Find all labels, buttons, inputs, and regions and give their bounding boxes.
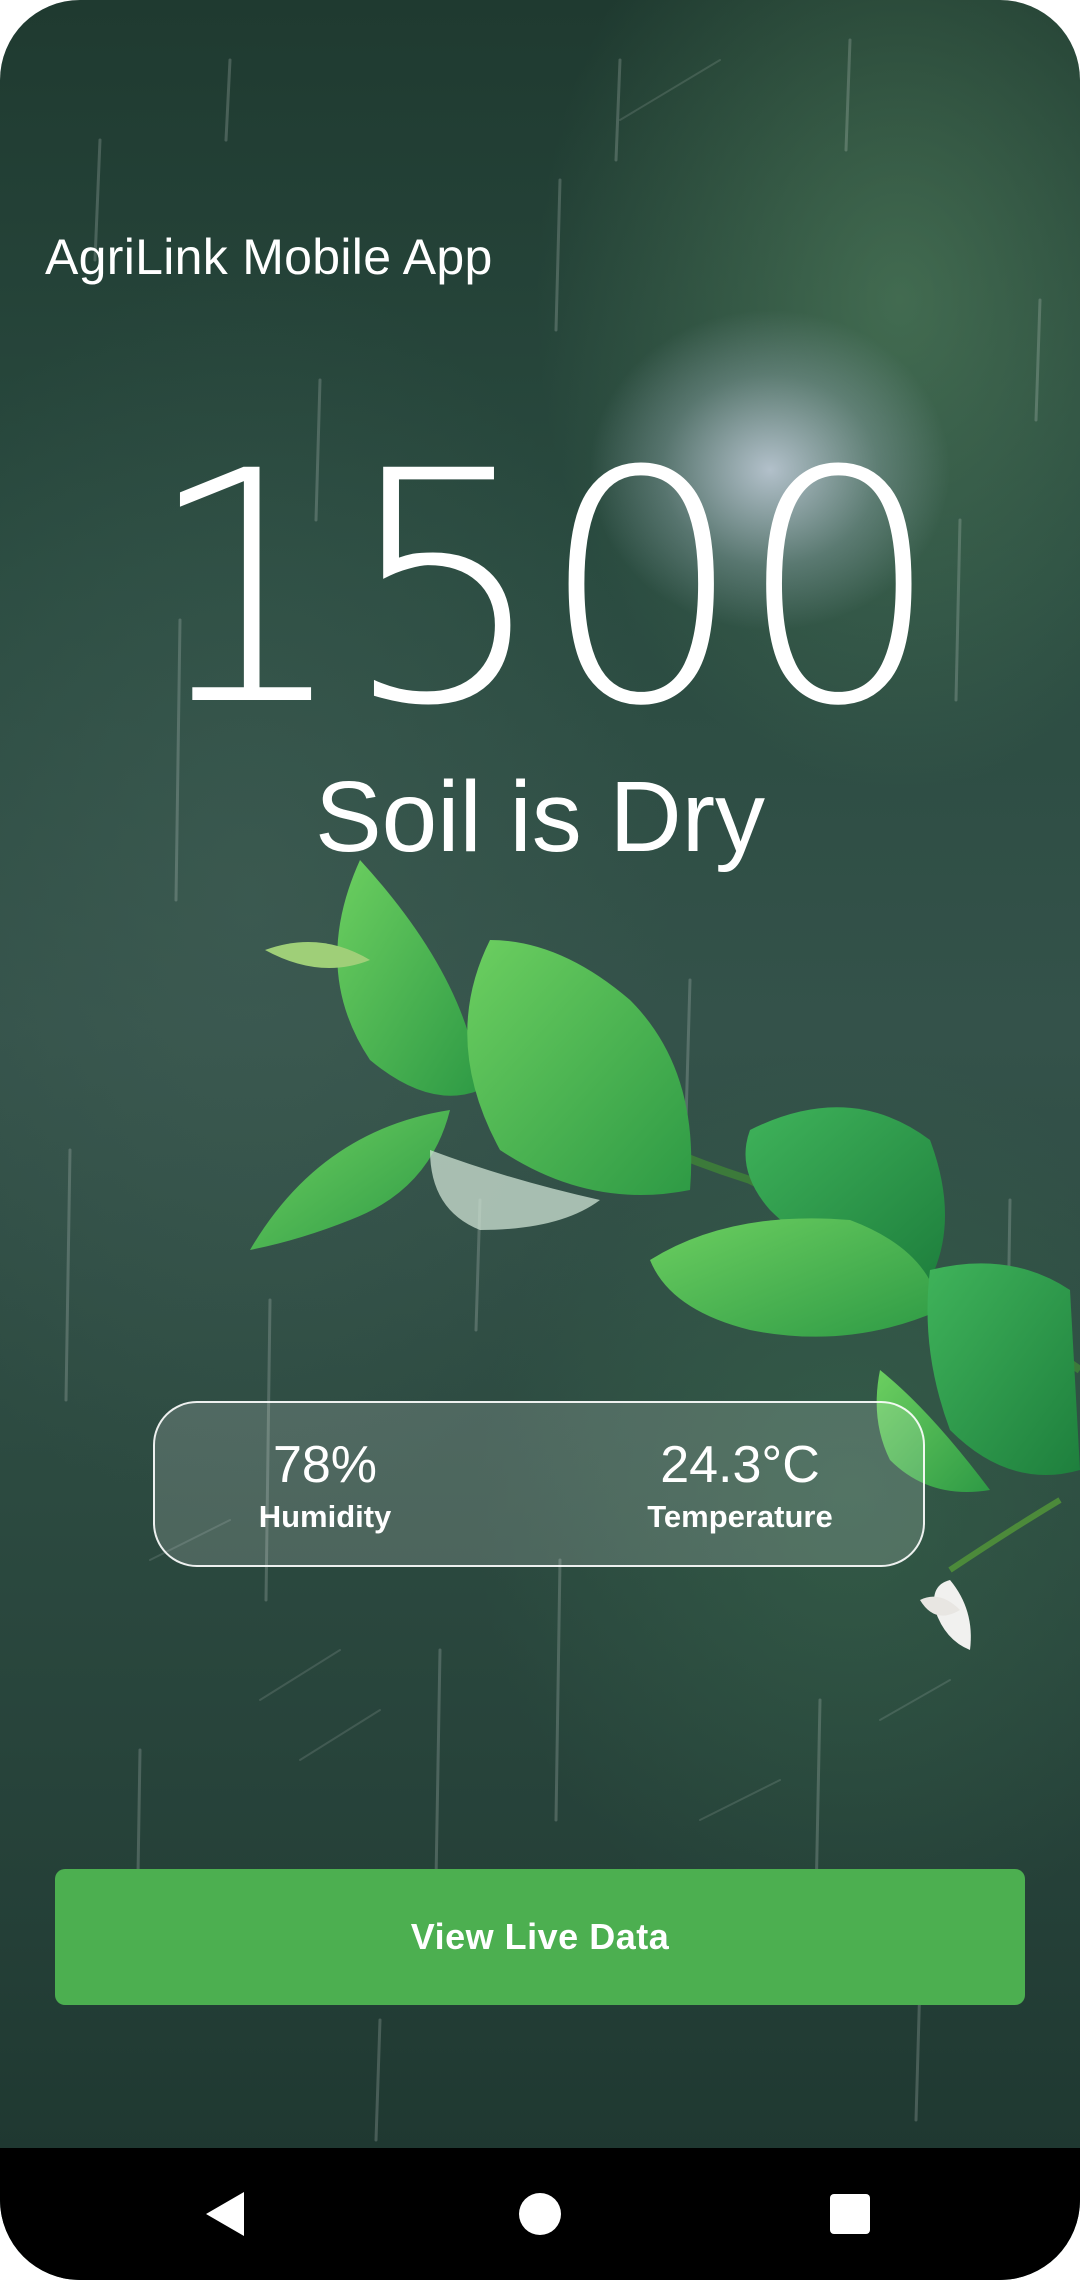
temperature-stat: 24.3°C Temperature	[595, 1438, 885, 1535]
app-screen: AgriLink Mobile App 1500 Soil is Dry 78%…	[0, 0, 1080, 2280]
nav-back-button[interactable]	[166, 2148, 286, 2280]
view-live-data-button[interactable]: View Live Data	[55, 1869, 1025, 2005]
recents-square-icon	[830, 2194, 870, 2234]
humidity-stat: 78% Humidity	[215, 1438, 435, 1535]
temperature-label: Temperature	[647, 1498, 833, 1534]
home-circle-icon	[519, 2193, 561, 2235]
leaf-branch-image	[250, 860, 1080, 1650]
temperature-value: 24.3°C	[660, 1436, 820, 1494]
nav-home-button[interactable]	[480, 2148, 600, 2280]
stats-card: 78% Humidity 24.3°C Temperature	[153, 1401, 925, 1567]
soil-status: Soil is Dry	[314, 761, 766, 873]
back-triangle-icon	[206, 2192, 244, 2236]
system-navigation-bar	[0, 2148, 1080, 2280]
humidity-label: Humidity	[258, 1498, 392, 1534]
humidity-value: 78%	[272, 1436, 378, 1494]
nav-recents-button[interactable]	[790, 2148, 910, 2280]
app-title: AgriLink Mobile App	[45, 229, 493, 285]
moisture-value: 1500	[144, 404, 941, 776]
moisture-reading: 1500	[0, 430, 1080, 750]
